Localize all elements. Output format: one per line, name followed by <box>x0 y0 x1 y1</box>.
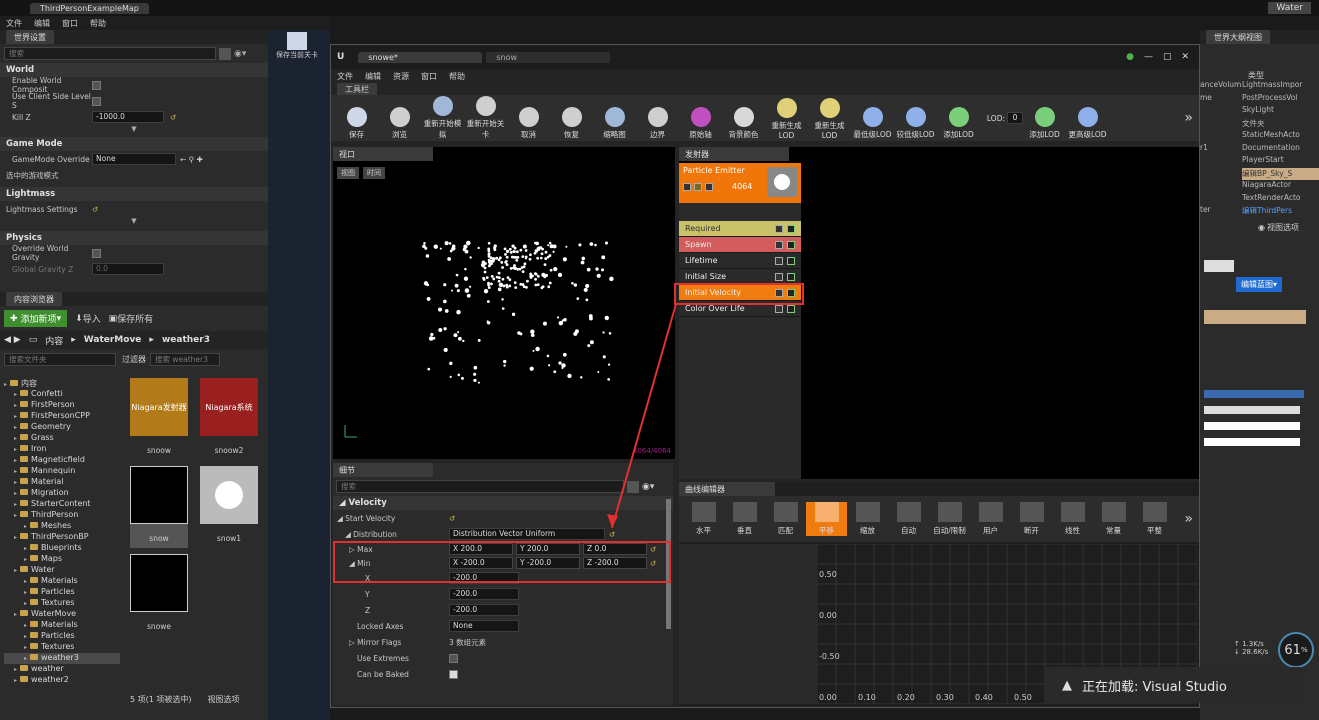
outliner-type[interactable]: NiagaraActor <box>1242 180 1319 193</box>
outliner-view-options-label: 视图选项 <box>1266 223 1299 232</box>
download-speed: 28.6 <box>1242 648 1258 656</box>
outliner-item[interactable]: r1 <box>1200 143 1208 152</box>
loading-toast: ▲ 正在加载: Visual Studio <box>1044 667 1306 703</box>
upload-speed: 1.3 <box>1242 640 1254 648</box>
outliner-type[interactable]: Documentation <box>1242 143 1319 156</box>
outliner-header: 世界大纲视图 <box>1200 30 1319 44</box>
outliner-item[interactable]: me <box>1200 93 1212 102</box>
outliner-type[interactable]: SkyLight <box>1242 105 1319 118</box>
edit-blueprint-button[interactable]: 编辑蓝图 ▾ <box>1236 277 1283 292</box>
download-unit: K/s <box>1257 648 1269 656</box>
performance-percent: 61 <box>1284 642 1301 658</box>
outliner-item[interactable]: ter <box>1200 205 1211 214</box>
outliner-type[interactable]: LightmassImpor <box>1242 80 1319 93</box>
outliner-type[interactable]: PlayerStart <box>1242 155 1319 168</box>
annotation-overlay <box>607 283 804 529</box>
outliner-type[interactable]: StaticMeshActo <box>1242 130 1319 143</box>
outliner-view-options[interactable]: ◉ 视图选项 <box>1258 222 1299 233</box>
outliner-tab[interactable]: 世界大纲视图 <box>1206 30 1270 44</box>
upload-unit: K/s <box>1253 640 1264 648</box>
outliner-panel: 世界大纲视图 类型 anceVolum me r1 ter LightmassImpo… <box>1200 30 1319 720</box>
eye-icon: ◉ <box>1258 223 1265 232</box>
outliner-type[interactable]: 编辑BP_Sky_S <box>1242 167 1319 180</box>
outliner-type[interactable]: TextRenderActo <box>1242 193 1319 206</box>
outliner-item[interactable]: anceVolum <box>1200 80 1241 89</box>
percent-sign: % <box>1300 646 1308 654</box>
edit-blueprint-label: 编辑蓝图 <box>1241 280 1273 289</box>
warning-icon: ▲ <box>1062 677 1072 693</box>
loading-text: 正在加载: Visual Studio <box>1082 679 1227 695</box>
outliner-type[interactable]: 文件夹 <box>1242 118 1319 131</box>
outliner-type[interactable]: 编辑ThirdPers <box>1242 205 1319 218</box>
outliner-type[interactable]: PostProcessVol <box>1242 93 1319 106</box>
network-stats: ↑ 1.3K/s ↓ 28.6K/s <box>1234 640 1269 656</box>
performance-meter: 61% <box>1278 632 1314 668</box>
